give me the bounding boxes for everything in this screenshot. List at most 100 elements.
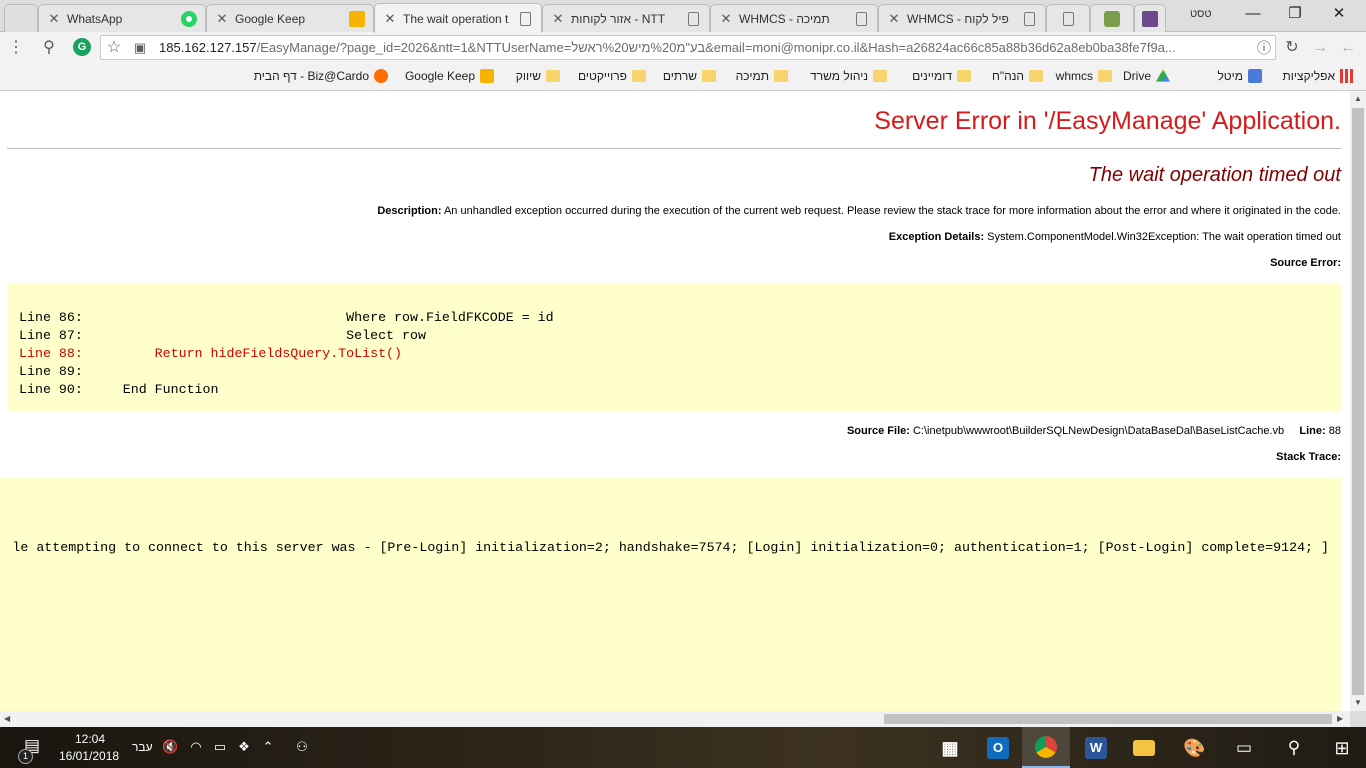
bookmark-biz-cardo[interactable]: דף הבית - Biz@Cardo — [254, 69, 388, 83]
description-text: An unhandled exception occurred during t… — [443, 205, 1341, 217]
bookmark-label: דומיינים — [912, 69, 952, 83]
palette-icon: 🎨 — [1183, 737, 1206, 758]
bookmark-whmcs[interactable]: whmcs — [1056, 69, 1112, 83]
back-icon[interactable]: ← — [1337, 37, 1359, 59]
menu-icon[interactable]: ⋮ — [5, 37, 27, 59]
forward-icon[interactable]: → — [1309, 37, 1331, 59]
url-text[interactable]: 185.162.127.157/EasyManage/?page_id=2026… — [159, 40, 1249, 55]
bookmark-google-keep[interactable]: Google Keep — [405, 69, 494, 83]
outlook-icon: O — [987, 736, 1009, 759]
tab-wait-operation[interactable]: ✕ The wait operation t — [374, 3, 542, 33]
scroll-up-icon[interactable]: ▲ — [1354, 94, 1362, 103]
bookmark-office[interactable]: ניהול משרד — [810, 69, 887, 83]
folder-icon — [873, 70, 887, 82]
bookmark-domains[interactable]: דומיינים — [912, 69, 971, 83]
stack-trace-box: le attempting to connect to this server … — [0, 477, 1341, 711]
tab-pinned-app[interactable] — [1090, 4, 1134, 32]
browser-toolbar: ⋮ ⚲ G ☆ ▣ 185.162.127.157/EasyManage/?pa… — [0, 32, 1366, 63]
bookmark-label: תמיכה — [735, 69, 769, 83]
profile-name[interactable]: טסט — [1190, 8, 1212, 20]
bookmark-support[interactable]: תמיכה — [736, 69, 788, 83]
horizontal-scrollbar[interactable]: ◀ ▶ — [0, 711, 1350, 727]
show-hidden-icons[interactable]: ⌃ — [260, 739, 276, 755]
search-button[interactable]: ⚲ — [1270, 727, 1318, 768]
calculator-app[interactable]: ▦ — [926, 727, 974, 768]
address-bar[interactable]: ☆ ▣ 185.162.127.157/EasyManage/?page_id=… — [100, 35, 1276, 60]
reload-icon[interactable]: ↻ — [1281, 37, 1303, 59]
folder-icon — [1133, 739, 1155, 756]
bookmark-apps[interactable]: אפליקציות — [1283, 69, 1354, 83]
bookmarks-bar: אפליקציות מיטל Drive whmcs הנה"ח דומייני… — [0, 63, 1366, 91]
tab-whatsapp[interactable]: ✕ WhatsApp — [38, 4, 206, 32]
close-window-button[interactable]: ✕ — [1324, 4, 1354, 24]
docs-icon — [1248, 69, 1262, 83]
extension-icon[interactable]: ⚲ — [38, 37, 60, 59]
scroll-left-icon[interactable]: ◀ — [4, 714, 10, 723]
description-label: Description: — [377, 205, 442, 217]
language-indicator[interactable]: עבר — [132, 740, 153, 754]
vertical-scroll-thumb[interactable] — [1352, 108, 1364, 695]
windows-icon: ⊞ — [1334, 737, 1350, 758]
close-icon[interactable]: ✕ — [47, 11, 61, 27]
vertical-scrollbar[interactable]: ▲ ▼ — [1350, 91, 1366, 711]
bookmark-marketing[interactable]: שיווק — [516, 69, 560, 83]
grammarly-icon[interactable]: G — [73, 38, 91, 56]
new-tab-button[interactable] — [4, 4, 38, 32]
close-icon[interactable]: ✕ — [215, 11, 229, 27]
tab-pinned-page[interactable] — [1046, 4, 1090, 32]
close-icon[interactable]: ✕ — [383, 11, 397, 27]
tab-whmcs-profile[interactable]: ✕ WHMCS - פיל לקוח — [878, 4, 1046, 32]
tab-whmcs-support[interactable]: ✕ WHMCS - תמיכה — [710, 4, 878, 32]
volume-icon[interactable]: 🔇 — [162, 739, 178, 755]
bookmark-meital[interactable]: מיטל — [1217, 69, 1262, 83]
tab-google-keep[interactable]: ✕ Google Keep — [206, 4, 374, 32]
bookmark-label: שיווק — [515, 69, 541, 83]
restore-button[interactable]: ❐ — [1280, 4, 1310, 24]
apps-icon — [1340, 69, 1354, 83]
bookmark-drive[interactable]: Drive — [1123, 69, 1170, 83]
people-icon[interactable]: ⚇ — [294, 739, 310, 755]
url-path: /EasyManage/?page_id=2026&ntt=1&NTTUserN… — [256, 40, 1176, 55]
page-title: Server Error in '/EasyManage' Applicatio… — [874, 107, 1341, 135]
bookmark-projects[interactable]: פרוייקטים — [578, 69, 646, 83]
word-icon: W — [1085, 736, 1107, 759]
task-view-button[interactable]: ▭ — [1220, 727, 1268, 768]
site-info-icon[interactable]: ▣ — [129, 37, 151, 59]
scroll-right-icon[interactable]: ▶ — [1337, 714, 1343, 723]
clock-date[interactable]: 16/01/2018 — [59, 749, 119, 763]
file-explorer-app[interactable] — [1120, 727, 1168, 768]
google-keep-icon — [349, 10, 365, 27]
minimize-button[interactable]: — — [1238, 4, 1268, 24]
bookmark-label: Drive — [1122, 69, 1151, 83]
tab-title: Google Keep — [235, 11, 306, 26]
close-icon[interactable]: ✕ — [887, 11, 901, 27]
paint-app[interactable]: 🎨 — [1170, 727, 1218, 768]
dropbox-icon[interactable]: ❖ — [236, 739, 252, 755]
word-app[interactable]: W — [1072, 727, 1120, 768]
google-keep-icon — [480, 69, 494, 83]
scroll-down-icon[interactable]: ▼ — [1354, 698, 1362, 707]
code-line: Line 86: Where row.FieldFKCODE = id — [19, 310, 554, 325]
source-file-label: Source File: — [846, 425, 910, 437]
clock-time[interactable]: 12:04 — [75, 732, 105, 746]
star-icon[interactable]: ☆ — [103, 37, 125, 59]
horizontal-scroll-thumb[interactable] — [884, 714, 1332, 724]
bookmark-accounting[interactable]: הנה"ח — [992, 69, 1043, 83]
close-icon[interactable]: ✕ — [551, 11, 565, 27]
search-icon: ⚲ — [1287, 737, 1301, 757]
info-icon[interactable]: ⓘ — [1253, 37, 1275, 59]
start-button[interactable]: ⊞ — [1318, 727, 1366, 768]
notification-badge: 1 — [18, 749, 33, 764]
network-icon[interactable]: ◠ — [188, 739, 204, 755]
tab-ntt-client-area[interactable]: ✕ אזור לקוחות - NTT — [542, 4, 710, 32]
outlook-app[interactable]: O — [974, 727, 1022, 768]
source-code: Line 86: Where row.FieldFKCODE = id Line … — [19, 309, 554, 399]
chrome-app[interactable] — [1022, 727, 1070, 768]
tab-title: אזור לקוחות - NTT — [571, 11, 666, 26]
close-icon[interactable]: ✕ — [719, 11, 733, 27]
bookmark-servers[interactable]: שרתים — [663, 69, 716, 83]
folder-icon — [1029, 70, 1043, 82]
tab-pinned-purple[interactable] — [1134, 4, 1166, 32]
battery-icon[interactable]: ▭ — [212, 739, 228, 755]
chrome-icon — [1035, 735, 1057, 758]
